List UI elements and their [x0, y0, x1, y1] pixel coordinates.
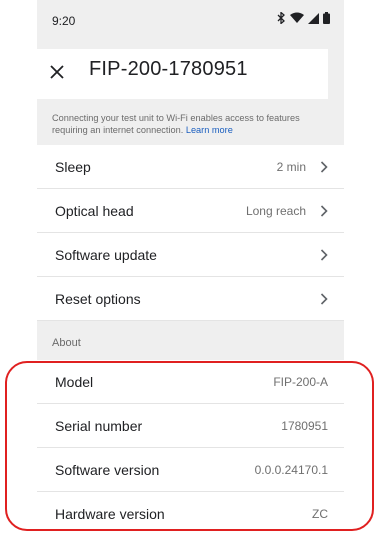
chevron-right-icon: [320, 205, 328, 217]
settings-row-software-update[interactable]: Software update: [37, 233, 344, 277]
phone-screen: 9:20 FIP-200-1780951 Connecting your tes…: [37, 0, 344, 534]
about-row-label: Software version: [55, 462, 160, 478]
about-section-label: About: [52, 337, 81, 349]
settings-row-label: Software update: [55, 247, 157, 263]
about-row-software-version: Software version 0.0.0.24170.1: [37, 448, 344, 492]
about-row-serial-number: Serial number 1780951: [37, 404, 344, 448]
wifi-info-message: Connecting your test unit to Wi-Fi enabl…: [52, 113, 300, 135]
settings-list: Sleep 2 min Optical head Long reach Soft…: [37, 145, 344, 321]
bluetooth-icon: [277, 12, 285, 24]
settings-row-label: Optical head: [55, 203, 134, 219]
about-row-label: Model: [55, 374, 94, 390]
wifi-info-text: Connecting your test unit to Wi-Fi enabl…: [52, 112, 337, 136]
status-bar: 9:20: [37, 0, 344, 42]
wifi-icon: [290, 12, 304, 23]
status-icons: [276, 12, 330, 24]
close-icon[interactable]: [47, 62, 67, 82]
learn-more-link[interactable]: Learn more: [186, 125, 233, 135]
settings-row-optical-head[interactable]: Optical head Long reach: [37, 189, 344, 233]
about-row-model: Model FIP-200-A: [37, 360, 344, 404]
settings-row-value: 2 min: [276, 160, 306, 174]
about-row-label: Serial number: [55, 418, 143, 434]
settings-row-label: Reset options: [55, 291, 141, 307]
settings-row-value: Long reach: [245, 204, 306, 218]
about-list: Model FIP-200-A Serial number 1780951 So…: [37, 360, 344, 534]
about-row-value: FIP-200-A: [273, 375, 328, 389]
about-row-label: Hardware version: [55, 506, 165, 522]
chevron-right-icon: [320, 249, 328, 261]
settings-row-sleep[interactable]: Sleep 2 min: [37, 145, 344, 189]
about-row-hardware-version: Hardware version ZC: [37, 492, 344, 534]
settings-row-reset-options[interactable]: Reset options: [37, 277, 344, 321]
status-time: 9:20: [52, 14, 76, 28]
about-row-value: ZC: [312, 507, 328, 521]
chevron-right-icon: [320, 293, 328, 305]
signal-icon: [308, 12, 319, 24]
app-header: FIP-200-1780951: [37, 49, 328, 99]
page-title: FIP-200-1780951: [89, 58, 248, 80]
battery-icon: [323, 12, 330, 24]
about-row-value: 0.0.0.24170.1: [254, 463, 328, 477]
about-row-value: 1780951: [281, 419, 328, 433]
settings-row-label: Sleep: [55, 159, 91, 175]
chevron-right-icon: [320, 161, 328, 173]
